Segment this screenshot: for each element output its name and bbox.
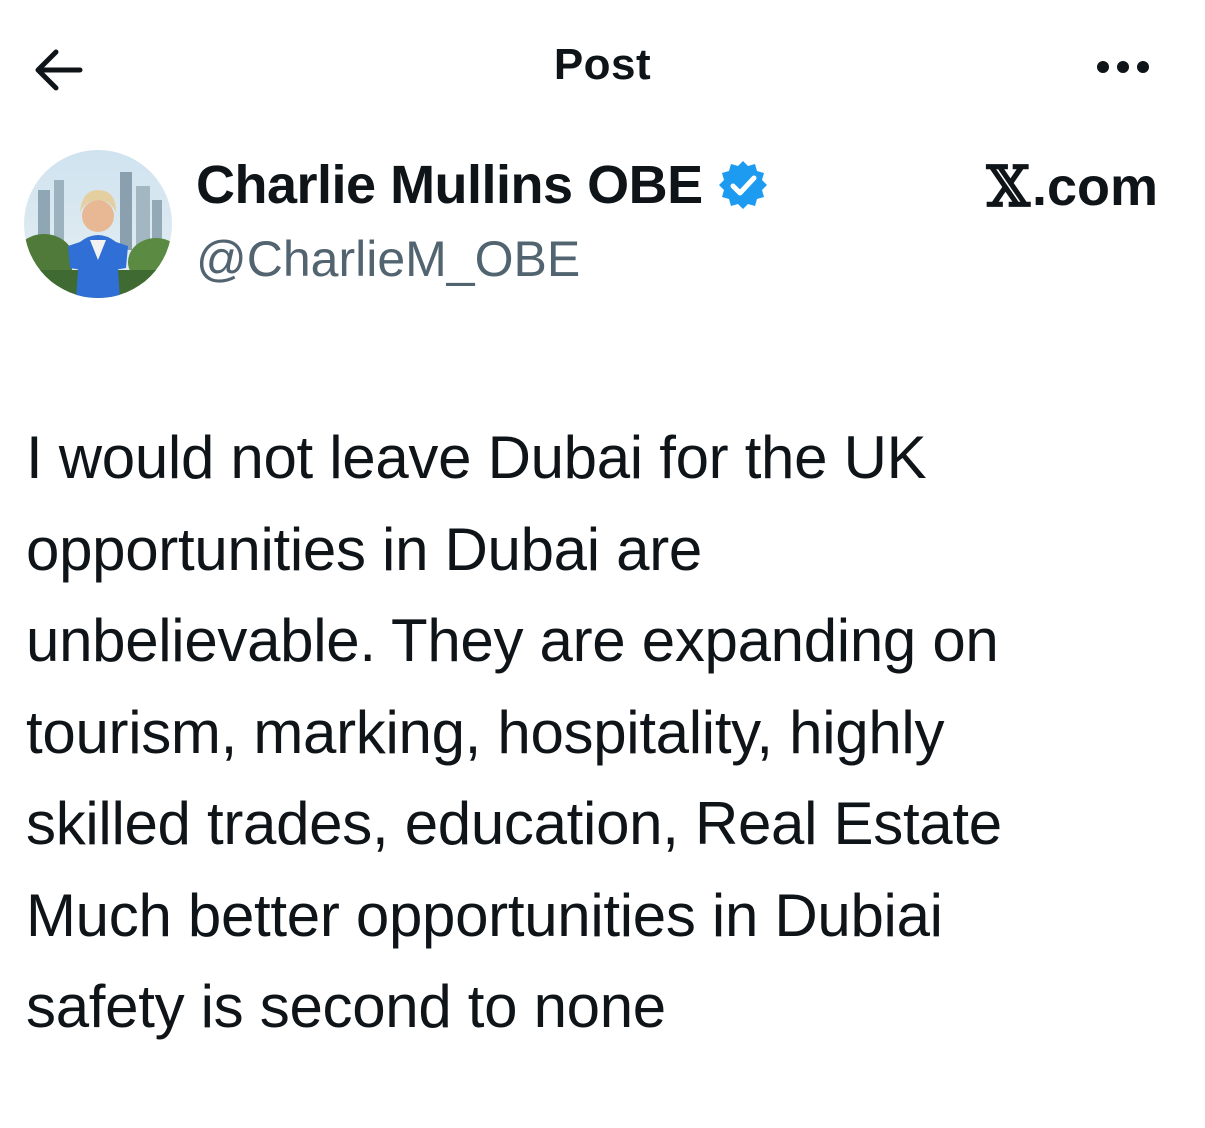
page-title: Post xyxy=(553,40,652,89)
user-handle[interactable]: @CharlieM_OBE xyxy=(196,230,580,288)
post-author-header: Charlie Mullins OBE @CharlieM_OBE 𝕏 .com xyxy=(24,150,1184,310)
display-name[interactable]: Charlie Mullins OBE xyxy=(196,154,703,216)
post-body: I would not leave Dubai for the UK oppor… xyxy=(26,412,1186,1053)
avatar-photo xyxy=(24,150,172,298)
post-text-line: Much better opportunities in Dubiai xyxy=(26,881,943,949)
more-horizontal-icon xyxy=(1097,61,1149,73)
post-text-line: opportunities in Dubai are xyxy=(26,515,702,583)
post-text-line: unbelievable. They are expanding on xyxy=(26,607,999,674)
post-text-line: safety is second to none xyxy=(26,973,666,1040)
top-navigation-bar: Post xyxy=(0,0,1205,130)
post-text-line: skilled trades, education, Real Estate xyxy=(26,790,1002,857)
source-label: .com xyxy=(1031,157,1158,217)
avatar[interactable] xyxy=(24,150,172,298)
display-name-row: Charlie Mullins OBE xyxy=(196,150,769,220)
source-watermark: 𝕏 .com xyxy=(987,152,1159,222)
post-text-line: tourism, marking, hospitality, highly xyxy=(26,698,945,766)
post-text-line: I would not leave Dubai for the UK xyxy=(26,424,927,491)
x-logo-icon: 𝕏 xyxy=(986,154,1030,220)
verified-badge-icon xyxy=(717,159,769,211)
more-options-button[interactable] xyxy=(1091,50,1155,84)
